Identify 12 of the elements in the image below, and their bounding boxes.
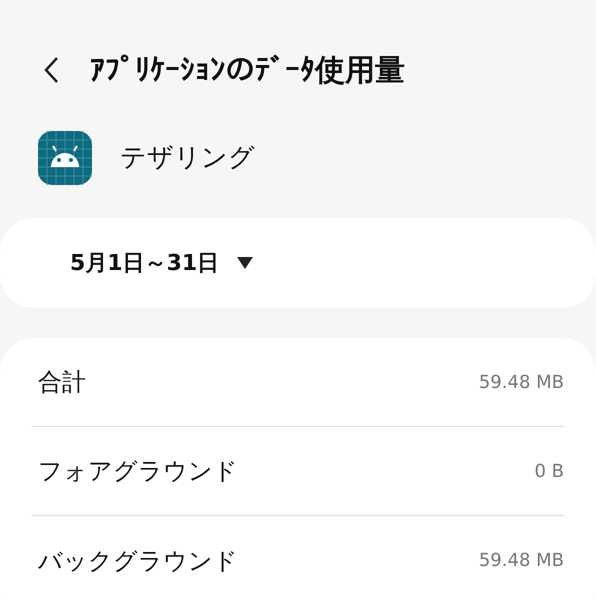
back-icon (42, 55, 60, 85)
usage-value: 59.48 MB (478, 549, 564, 573)
android-app-icon (38, 131, 92, 185)
usage-value: 59.48 MB (478, 370, 564, 394)
period-dropdown[interactable]: 5月1日～31日 (70, 246, 254, 280)
app-name: テザリング (120, 142, 255, 174)
usage-label: 合計 (37, 367, 86, 398)
usage-value: 0 B (534, 460, 564, 484)
dropdown-icon (237, 257, 254, 269)
page-title: ｱﾌﾟﾘｹｰｼｮﾝのﾃﾞｰﾀ使用量 (90, 52, 405, 90)
usage-label: バックグラウンド (37, 546, 238, 576)
usage-label: フォアグラウンド (37, 456, 238, 487)
